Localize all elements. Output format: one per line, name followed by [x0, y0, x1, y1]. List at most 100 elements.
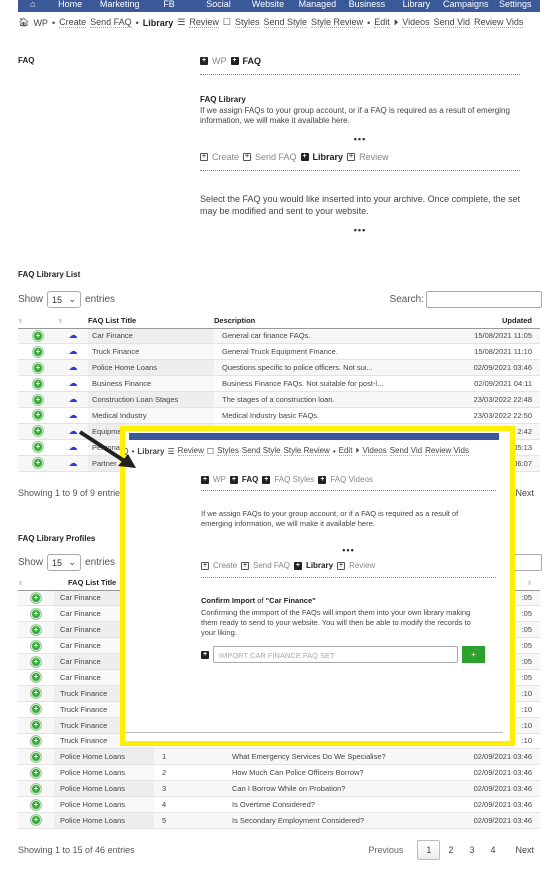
col-sort[interactable]: ⬍: [18, 576, 54, 591]
cloud-upload-icon[interactable]: ☁: [69, 378, 78, 388]
nav-managed[interactable]: Managed: [293, 0, 342, 9]
nav-fb[interactable]: FB: [144, 0, 193, 9]
row-title[interactable]: Police Home Loans: [54, 764, 154, 782]
add-circle-icon[interactable]: +: [31, 688, 41, 699]
add-circle-icon[interactable]: +: [31, 735, 41, 746]
add-circle-icon[interactable]: +: [31, 624, 41, 635]
col-sort[interactable]: ⬍: [18, 314, 58, 329]
row-title[interactable]: Car Finance: [88, 328, 214, 345]
cloud-upload-icon[interactable]: ☁: [69, 426, 78, 436]
add-circle-icon[interactable]: +: [31, 751, 41, 762]
subnav-library[interactable]: Library: [137, 447, 164, 456]
col-title[interactable]: FAQ List Title: [88, 314, 214, 329]
nav-campaigns[interactable]: Campaigns: [441, 0, 490, 9]
add-circle-icon[interactable]: +: [33, 378, 43, 389]
subnav-review-vids[interactable]: Review Vids: [473, 17, 524, 28]
add-circle-icon[interactable]: +: [31, 608, 41, 619]
add-circle-icon[interactable]: +: [33, 362, 43, 373]
nav-business[interactable]: Business: [342, 0, 391, 9]
add-circle-icon[interactable]: +: [31, 767, 41, 778]
row-title[interactable]: Police Home Loans: [54, 796, 154, 813]
col-sort[interactable]: ⬍: [58, 314, 88, 329]
add-circle-icon[interactable]: +: [31, 656, 41, 667]
next-button[interactable]: Next: [507, 841, 542, 859]
subnav-send-vid[interactable]: Send Vid: [433, 17, 470, 28]
add-circle-icon[interactable]: +: [31, 815, 41, 826]
nav-marketing[interactable]: Marketing: [95, 0, 144, 9]
cloud-upload-icon[interactable]: ☁: [69, 442, 78, 452]
add-circle-icon[interactable]: +: [33, 426, 43, 437]
col-description[interactable]: Description: [214, 314, 438, 329]
cloud-upload-icon[interactable]: ☁: [69, 330, 78, 340]
add-circle-icon[interactable]: +: [31, 592, 41, 603]
subnav-send-style[interactable]: Send Style: [263, 17, 308, 28]
subnav-send-style[interactable]: Send Style: [241, 446, 281, 456]
crumb-wp[interactable]: WP: [213, 475, 226, 484]
row-title[interactable]: Police Home Loans: [54, 812, 154, 829]
subnav-review[interactable]: Review: [189, 17, 219, 28]
search-input[interactable]: [426, 291, 542, 308]
row-title[interactable]: Business Finance: [88, 375, 214, 393]
row-title[interactable]: Police Home Loans: [54, 780, 154, 798]
page-1[interactable]: 1: [417, 840, 441, 860]
add-circle-icon[interactable]: +: [33, 458, 43, 469]
subnav-edit[interactable]: Edit: [374, 17, 390, 28]
add-circle-icon[interactable]: +: [31, 720, 41, 731]
page-3[interactable]: 3: [461, 841, 482, 859]
entries-select[interactable]: 15 ⌄: [47, 554, 82, 571]
subnav-styles[interactable]: Styles: [234, 17, 260, 28]
cloud-upload-icon[interactable]: ☁: [69, 410, 78, 420]
row-title[interactable]: Construction Loan Stages: [88, 391, 214, 408]
add-circle-icon[interactable]: +: [33, 442, 43, 453]
tab-review[interactable]: Review: [359, 152, 389, 162]
page-2[interactable]: 2: [440, 841, 461, 859]
add-circle-icon[interactable]: +: [31, 704, 41, 715]
subnav-review[interactable]: Review: [177, 446, 204, 456]
subnav-send-vid[interactable]: Send Vid: [389, 446, 423, 456]
crumb-faq-videos[interactable]: FAQ Videos: [330, 475, 373, 484]
tab-send-faq[interactable]: Send FAQ: [255, 152, 297, 162]
cloud-upload-icon[interactable]: ☁: [69, 458, 78, 468]
subnav-wp[interactable]: WP: [33, 18, 48, 28]
nav-home[interactable]: Home: [45, 0, 94, 9]
add-circle-icon[interactable]: +: [31, 640, 41, 651]
nav-settings[interactable]: Settings: [491, 0, 540, 9]
subnav-library[interactable]: Library: [143, 18, 174, 28]
nav-social[interactable]: Social: [194, 0, 243, 9]
subnav-style-review[interactable]: Style Review: [283, 446, 330, 456]
tab-create[interactable]: Create: [212, 152, 239, 162]
crumb-faq[interactable]: FAQ: [242, 475, 258, 484]
add-circle-icon[interactable]: +: [33, 394, 43, 405]
tab-create[interactable]: Create: [213, 561, 237, 570]
tab-library[interactable]: Library: [306, 561, 333, 570]
import-faq-set-input[interactable]: IMPORT CAR FINANCE FAQ SET: [213, 646, 458, 663]
page-4[interactable]: 4: [482, 841, 503, 859]
cloud-upload-icon[interactable]: ☁: [69, 346, 78, 356]
subnav-create[interactable]: Create: [59, 17, 87, 28]
cloud-upload-icon[interactable]: ☁: [69, 362, 78, 372]
subnav-styles[interactable]: Styles: [217, 446, 239, 456]
subnav-edit[interactable]: Edit: [338, 446, 353, 456]
subnav-review-vids[interactable]: Review Vids: [425, 446, 469, 456]
row-title[interactable]: Police Home Loans: [54, 748, 154, 766]
crumb-wp[interactable]: WP: [212, 56, 227, 66]
add-circle-icon[interactable]: +: [33, 330, 43, 341]
row-title[interactable]: Truck Finance: [88, 343, 214, 361]
previous-button[interactable]: Previous: [360, 841, 411, 859]
add-circle-icon[interactable]: +: [31, 672, 41, 683]
subnav-videos[interactable]: Videos: [402, 17, 430, 28]
subnav-style-review[interactable]: Style Review: [311, 17, 364, 28]
nav-library[interactable]: Library: [392, 0, 441, 9]
tab-review[interactable]: Review: [349, 561, 375, 570]
home-icon[interactable]: ⌂: [18, 0, 45, 9]
cloud-upload-icon[interactable]: ☁: [69, 394, 78, 404]
subnav-send-faq[interactable]: Send FAQ: [90, 17, 132, 28]
import-button[interactable]: +: [462, 646, 485, 663]
crumb-faq-styles[interactable]: FAQ Styles: [274, 475, 314, 484]
tab-library[interactable]: Library: [313, 152, 344, 162]
subnav-videos[interactable]: Videos: [362, 446, 387, 456]
tab-send-faq[interactable]: Send FAQ: [253, 561, 290, 570]
nav-website[interactable]: Website: [243, 0, 292, 9]
add-circle-icon[interactable]: +: [33, 410, 43, 421]
col-updated[interactable]: Updated: [438, 314, 540, 329]
